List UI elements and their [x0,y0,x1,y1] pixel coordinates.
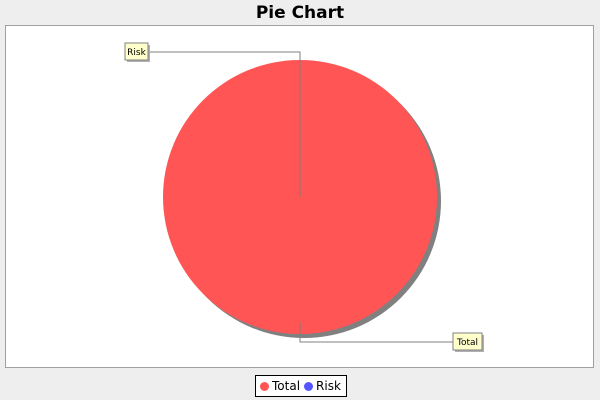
legend-item-total: Total [260,379,300,393]
legend-swatch-total [260,381,269,391]
pie-label-total: Total [456,338,478,348]
chart-frame: Pie Chart Total Risk Total Risk [0,0,600,400]
legend: Total Risk [255,375,347,397]
pie-chart: Total Risk [124,42,484,352]
pie-label-risk: Risk [127,48,146,58]
legend-swatch-risk [304,381,314,391]
legend-label-risk: Risk [316,379,341,393]
legend-label-total: Total [272,379,301,393]
legend-item-risk: Risk [304,379,341,393]
